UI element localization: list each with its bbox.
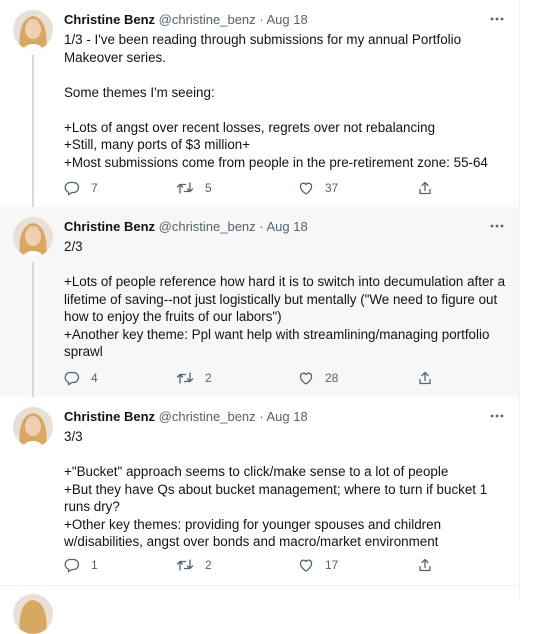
share-icon — [419, 371, 431, 385]
tweet-header: Christine Benz @christine_benz · Aug 18 — [64, 219, 308, 235]
tweet-text-line — [64, 66, 509, 84]
tweet-text-line: +Another key theme: Ppl want help with s… — [64, 326, 490, 342]
more-options-icon[interactable] — [489, 219, 505, 233]
author-name[interactable]: Christine Benz — [64, 219, 155, 234]
retweet-count: 2 — [205, 371, 212, 385]
author-handle-date[interactable]: @christine_benz · Aug 18 — [159, 219, 308, 234]
like-count: 17 — [325, 558, 339, 572]
tweet-text-line: +Most submissions come from people in th… — [64, 154, 488, 170]
tweet-text-line: +But they have Qs about bucket managemen… — [64, 481, 488, 497]
tweet-text-line: how to enjoy the fruits of our labors") — [64, 309, 282, 324]
tweet-text-line: 1/3 - I've been reading through submissi… — [64, 32, 462, 47]
tweet-text-line: +"Bucket" approach seems to click/make s… — [64, 464, 449, 479]
reply-button[interactable]: 7 — [64, 179, 98, 197]
tweet-text-line: Makeover series. — [64, 49, 166, 65]
tweet-actions: 7 5 37 — [64, 179, 464, 197]
tweet-text: 1/3 - I've been reading through submissi… — [64, 31, 509, 171]
like-count: 28 — [325, 371, 339, 385]
share-button[interactable] — [417, 179, 433, 197]
author-handle-date[interactable]: @christine_benz · Aug 18 — [159, 409, 308, 424]
avatar[interactable] — [13, 217, 53, 257]
thread-connector-line — [32, 262, 34, 397]
author-name[interactable]: Christine Benz — [64, 409, 155, 424]
share-button[interactable] — [417, 556, 433, 574]
reply-count: 4 — [91, 371, 98, 385]
tweet-text-line: +Still, many ports of $3 million+ — [64, 137, 251, 152]
tweet-text-line: sprawl — [64, 344, 103, 359]
share-icon — [419, 181, 431, 195]
thread-connector-line — [32, 55, 34, 207]
tweet-1[interactable]: Christine Benz @christine_benz · Aug 18 … — [0, 0, 519, 207]
reply-icon — [64, 181, 80, 196]
tweet-text-line: +Lots of angst over recent losses, regre… — [64, 119, 436, 135]
tweet-actions: 4 2 28 — [64, 369, 464, 387]
tweet-text-line: +Lots of people reference how hard it is… — [64, 274, 506, 289]
tweet-text-line: 2/3 — [64, 239, 83, 254]
share-icon — [419, 558, 431, 572]
tweet-actions: 1 2 17 — [64, 556, 464, 574]
like-button[interactable]: 37 — [298, 179, 338, 197]
like-button[interactable]: 28 — [298, 369, 338, 387]
retweet-icon — [176, 182, 194, 194]
tweet-3[interactable]: Christine Benz @christine_benz · Aug 18 … — [0, 397, 519, 586]
reply-count: 1 — [91, 558, 98, 572]
reply-icon — [64, 558, 80, 573]
like-icon — [299, 372, 313, 385]
like-count: 37 — [325, 181, 339, 195]
tweet-text-line: w/disabilities, angst over bonds and mac… — [64, 534, 439, 549]
tweet-text-line: lifetime of saving--not just logisticall… — [64, 291, 498, 307]
tweet-2[interactable]: Christine Benz @christine_benz · Aug 18 … — [0, 207, 519, 397]
reply-icon — [64, 371, 80, 386]
avatar[interactable] — [13, 10, 53, 50]
reply-button[interactable]: 1 — [64, 556, 98, 574]
avatar[interactable] — [13, 407, 53, 447]
tweet-header: Christine Benz @christine_benz · Aug 18 — [64, 409, 308, 425]
tweet-text-line — [64, 256, 509, 274]
reply-button[interactable]: 4 — [64, 369, 98, 387]
tweet-header: Christine Benz @christine_benz · Aug 18 — [64, 12, 308, 28]
reply-count: 7 — [91, 181, 98, 195]
more-options-icon[interactable] — [489, 12, 505, 26]
retweet-icon — [176, 559, 194, 571]
retweet-button[interactable]: 5 — [176, 179, 212, 197]
retweet-button[interactable]: 2 — [176, 369, 212, 387]
share-button[interactable] — [417, 369, 433, 387]
tweet-text-line — [64, 101, 509, 119]
author-handle-date[interactable]: @christine_benz · Aug 18 — [159, 12, 308, 27]
tweet-text: 3/3 +"Bucket" approach seems to click/ma… — [64, 428, 509, 551]
next-tweet-avatar[interactable] — [13, 594, 53, 634]
retweet-count: 5 — [205, 181, 212, 195]
tweet-thread: Christine Benz @christine_benz · Aug 18 … — [0, 0, 520, 634]
like-button[interactable]: 17 — [298, 556, 338, 574]
like-icon — [299, 559, 313, 572]
retweet-button[interactable]: 2 — [176, 556, 212, 574]
tweet-text: 2/3 +Lots of people reference how hard i… — [64, 238, 509, 361]
tweet-text-line: +Other key themes: providing for younger… — [64, 516, 442, 532]
tweet-text-line — [64, 446, 509, 464]
tweet-text-line: runs dry? — [64, 499, 120, 514]
like-icon — [299, 182, 313, 195]
author-name[interactable]: Christine Benz — [64, 12, 155, 27]
tweet-text-line: Some themes I'm seeing: — [64, 84, 215, 100]
tweet-text-line: 3/3 — [64, 429, 83, 444]
more-options-icon[interactable] — [489, 409, 505, 423]
retweet-icon — [176, 372, 194, 384]
retweet-count: 2 — [205, 558, 212, 572]
